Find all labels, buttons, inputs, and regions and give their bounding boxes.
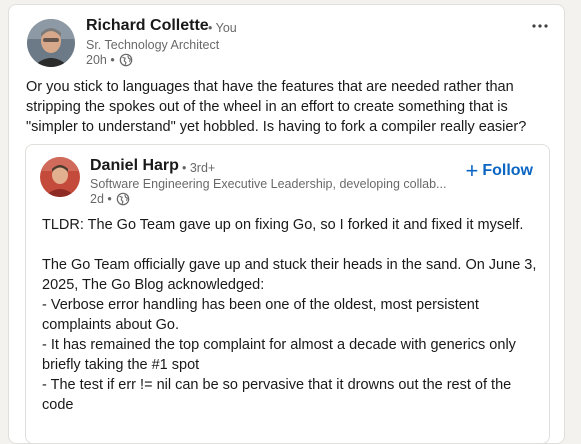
globe-icon bbox=[119, 53, 133, 67]
repost-text-line: TLDR: The Go Team gave up on fixing Go, … bbox=[42, 217, 524, 233]
repost-author-headline: Software Engineering Executive Leadershi… bbox=[90, 177, 447, 191]
repost-text-line: complaints about Go. bbox=[42, 317, 180, 333]
post-meta: 20h • bbox=[86, 53, 133, 67]
more-horizontal-icon bbox=[531, 16, 549, 34]
repost-author-degree: • 3rd+ bbox=[182, 161, 216, 175]
repost-body: TLDR: The Go Team gave up on fixing Go, … bbox=[42, 215, 542, 415]
repost-text-line: briefly taking the #1 spot bbox=[42, 357, 200, 373]
author-headline: Sr. Technology Architect bbox=[86, 38, 220, 52]
avatar[interactable] bbox=[27, 19, 75, 67]
repost-avatar[interactable] bbox=[40, 157, 80, 197]
repost-time: 2d • bbox=[90, 192, 112, 206]
repost-author-name[interactable]: Daniel Harp bbox=[90, 157, 179, 175]
reposted-content[interactable]: Daniel Harp • 3rd+ Software Engineering … bbox=[25, 144, 550, 443]
repost-text-line: 2025, The Go Blog acknowledged: bbox=[42, 277, 265, 293]
repost-meta: 2d • bbox=[90, 192, 130, 206]
follow-label: Follow bbox=[482, 162, 533, 179]
plus-icon: + bbox=[465, 158, 479, 183]
follow-button[interactable]: + Follow bbox=[465, 158, 533, 183]
author-degree: • You bbox=[208, 21, 237, 35]
post-text-line: Or you stick to languages that have the … bbox=[26, 79, 514, 95]
repost-text-line: - Verbose error handling has been one of… bbox=[42, 297, 479, 313]
post-text-line: "simpler to understand" yet hobbled. Is … bbox=[26, 119, 527, 135]
post-text-line: stripping the spokes out of the wheel in… bbox=[26, 99, 508, 115]
post-card: Richard Collette • You Sr. Technology Ar… bbox=[8, 4, 565, 444]
post-body: Or you stick to languages that have the … bbox=[26, 77, 551, 137]
repost-text-line: - It has remained the top complaint for … bbox=[42, 337, 516, 353]
more-options-button[interactable] bbox=[528, 13, 552, 37]
post-time: 20h • bbox=[86, 53, 115, 67]
repost-text-line: The Go Team officially gave up and stuck… bbox=[42, 257, 537, 273]
repost-text-line: code bbox=[42, 397, 74, 413]
globe-icon bbox=[116, 192, 130, 206]
repost-text-line: - The test if err != nil can be so perva… bbox=[42, 377, 512, 393]
author-name[interactable]: Richard Collette bbox=[86, 17, 209, 35]
